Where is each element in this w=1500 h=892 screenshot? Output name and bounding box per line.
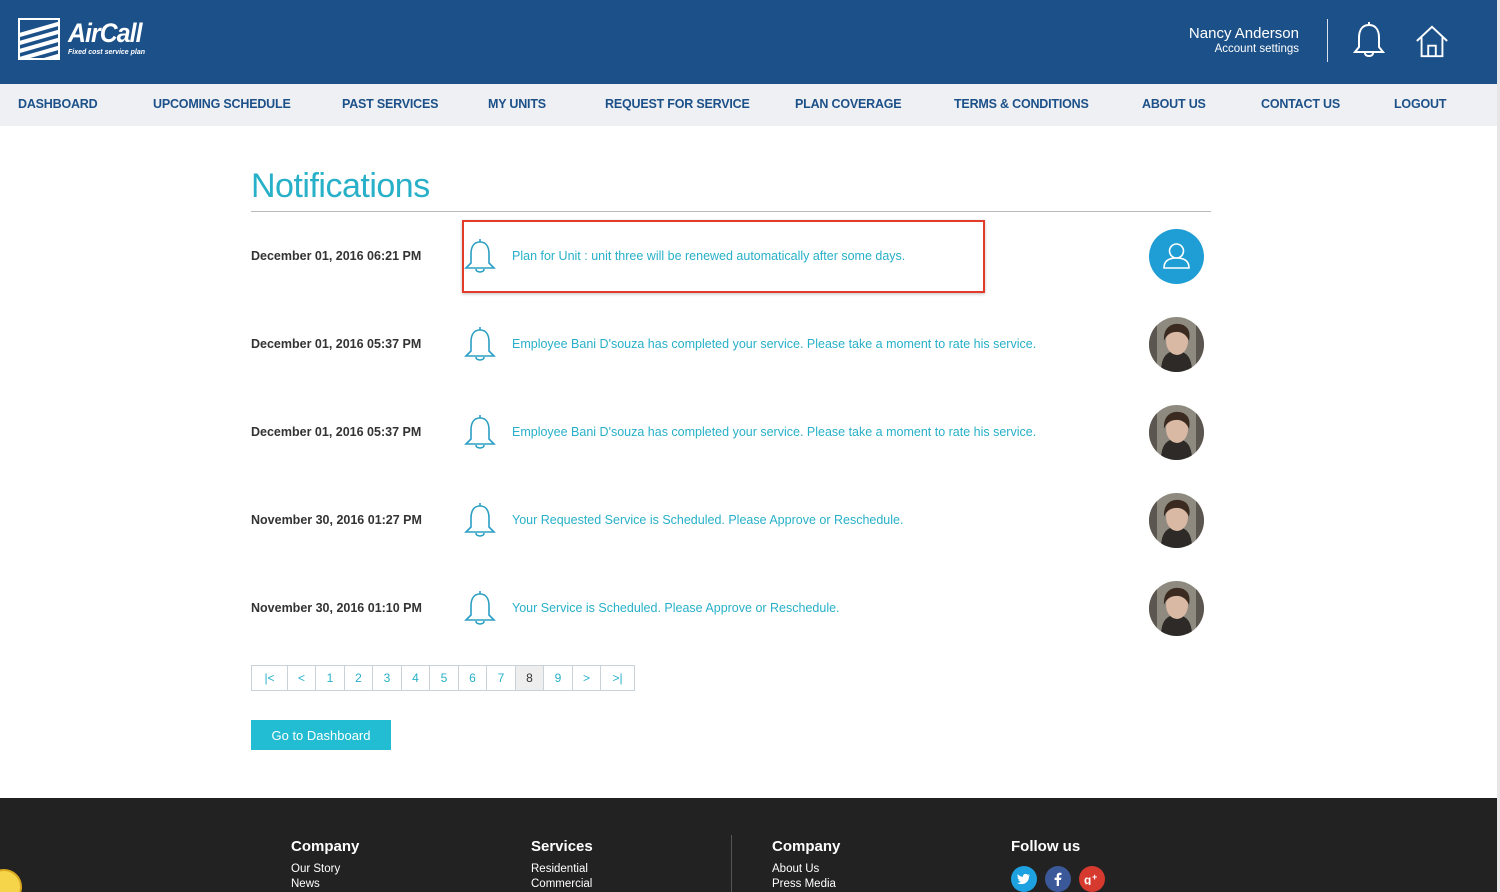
- footer-company-column: Company Our Story News: [291, 838, 359, 892]
- notification-row: November 30, 2016 01:10 PM Your Service …: [251, 579, 1211, 639]
- notification-date: December 01, 2016 05:37 PM: [251, 425, 422, 439]
- page-button[interactable]: 9: [544, 666, 573, 690]
- nav-past-services[interactable]: PAST SERVICES: [342, 97, 438, 111]
- footer-company-column-2: Company About Us Press Media: [772, 838, 840, 892]
- notification-row: December 01, 2016 05:37 PM Employee Bani…: [251, 315, 1211, 375]
- site-footer: Company Our Story News Services Resident…: [0, 798, 1497, 892]
- employee-avatar: [1149, 405, 1204, 460]
- employee-avatar: [1149, 581, 1204, 636]
- user-name: Nancy Anderson: [1188, 25, 1299, 42]
- user-account-block[interactable]: Nancy Anderson Account settings: [1189, 25, 1299, 56]
- page-button[interactable]: 2: [345, 666, 373, 690]
- page-button[interactable]: 5: [430, 666, 459, 690]
- top-header: AirCall Fixed cost service plan Nancy An…: [0, 0, 1497, 84]
- go-to-dashboard-button[interactable]: Go to Dashboard: [251, 720, 391, 750]
- google-plus-icon[interactable]: g +: [1079, 866, 1105, 892]
- nav-upcoming-schedule[interactable]: UPCOMING SCHEDULE: [153, 97, 291, 111]
- page-button[interactable]: 7: [487, 666, 516, 690]
- footer-link-press-media[interactable]: Press Media: [772, 877, 840, 892]
- notification-row: November 30, 2016 01:27 PM Your Requeste…: [251, 491, 1211, 551]
- footer-link-residential[interactable]: Residential: [531, 862, 593, 877]
- employee-avatar: [1149, 317, 1204, 372]
- page-button[interactable]: 4: [402, 666, 430, 690]
- page-button-current[interactable]: 8: [516, 666, 544, 690]
- default-user-icon: [1149, 229, 1204, 284]
- notification-message[interactable]: Employee Bani D'souza has completed your…: [512, 425, 1036, 439]
- logo-name: AirCall: [68, 18, 143, 48]
- notification-date: December 01, 2016 05:37 PM: [251, 337, 422, 351]
- notification-date: December 01, 2016 06:21 PM: [251, 249, 422, 263]
- page-button[interactable]: 3: [373, 666, 402, 690]
- footer-link-our-story[interactable]: Our Story: [291, 862, 359, 877]
- footer-link-commercial[interactable]: Commercial: [531, 877, 593, 892]
- pagination: |< < 1 2 3 4 5 6 7 8 9 > >|: [251, 665, 635, 691]
- facebook-icon[interactable]: [1045, 866, 1071, 892]
- footer-heading: Services: [531, 838, 593, 855]
- footer-heading: Company: [291, 838, 360, 855]
- footer-divider: [731, 835, 732, 892]
- page-button[interactable]: 6: [459, 666, 487, 690]
- notification-row: December 01, 2016 05:37 PM Employee Bani…: [251, 403, 1211, 463]
- footer-link-news[interactable]: News: [291, 877, 359, 892]
- header-divider: [1327, 19, 1328, 62]
- bell-icon: [464, 415, 496, 449]
- nav-about-us[interactable]: ABOUT US: [1142, 97, 1206, 111]
- footer-heading: Company: [772, 838, 841, 855]
- bell-icon: [464, 327, 496, 361]
- page-next-button[interactable]: >: [573, 666, 601, 690]
- bell-icon[interactable]: [1351, 22, 1387, 60]
- page-prev-button[interactable]: <: [288, 666, 316, 690]
- nav-my-units[interactable]: MY UNITS: [488, 97, 546, 111]
- nav-dashboard[interactable]: DASHBOARD: [18, 97, 98, 111]
- main-nav: DASHBOARD UPCOMING SCHEDULE PAST SERVICE…: [0, 84, 1497, 126]
- page-first-button[interactable]: |<: [252, 666, 288, 690]
- page-button[interactable]: 1: [316, 666, 345, 690]
- bell-icon: [464, 591, 496, 625]
- nav-terms-conditions[interactable]: TERMS & CONDITIONS: [954, 97, 1089, 111]
- svg-text:+: +: [1092, 873, 1097, 882]
- aircall-logo[interactable]: AirCall Fixed cost service plan: [18, 18, 148, 60]
- nav-contact-us[interactable]: CONTACT US: [1261, 97, 1340, 111]
- nav-plan-coverage[interactable]: PLAN COVERAGE: [795, 97, 902, 111]
- notification-message[interactable]: Employee Bani D'souza has completed your…: [512, 337, 1036, 351]
- footer-heading: Follow us: [1011, 838, 1081, 855]
- svg-text:g: g: [1084, 873, 1091, 885]
- notification-date: November 30, 2016 01:27 PM: [251, 513, 422, 527]
- page-title: Notifications: [251, 167, 430, 205]
- nav-logout[interactable]: LOGOUT: [1394, 97, 1446, 111]
- logo-tagline: Fixed cost service plan: [68, 49, 146, 56]
- notification-message[interactable]: Your Service is Scheduled. Please Approv…: [512, 601, 840, 615]
- twitter-icon[interactable]: [1011, 866, 1037, 892]
- home-icon[interactable]: [1414, 22, 1450, 60]
- title-divider: [251, 211, 1211, 212]
- employee-avatar: [1149, 493, 1204, 548]
- footer-follow-column: Follow us: [1011, 838, 1080, 862]
- footer-services-column: Services Residential Commercial: [531, 838, 593, 892]
- notification-date: November 30, 2016 01:10 PM: [251, 601, 422, 615]
- page-last-button[interactable]: >|: [601, 666, 634, 690]
- nav-request-for-service[interactable]: REQUEST FOR SERVICE: [605, 97, 750, 111]
- account-settings-link[interactable]: Account settings: [1189, 42, 1299, 56]
- bell-icon: [464, 503, 496, 537]
- annotation-highlight-box: [462, 220, 985, 293]
- footer-link-about-us[interactable]: About Us: [772, 862, 840, 877]
- notification-message[interactable]: Your Requested Service is Scheduled. Ple…: [512, 513, 903, 527]
- logo-mark-icon: [18, 18, 60, 60]
